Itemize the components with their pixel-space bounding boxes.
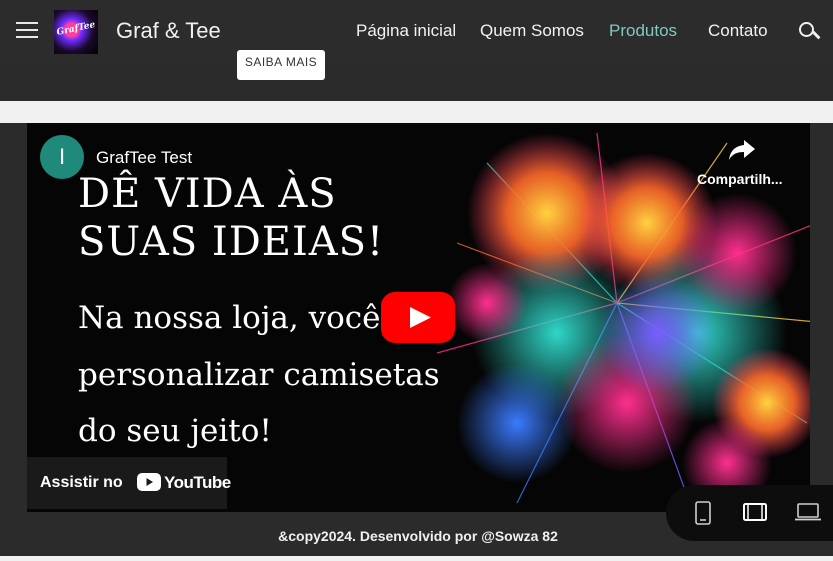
play-button-icon[interactable] [381,292,455,343]
site-title[interactable]: Graf & Tee [116,18,221,44]
video-headline-line-1: DÊ VIDA ÀS [78,171,337,217]
video-subline-line-1: Na nossa loja, você po [78,300,429,336]
search-icon[interactable] [798,21,820,43]
nav-link-quem-somos[interactable]: Quem Somos [480,21,584,41]
youtube-wordmark: YouTube [164,473,231,492]
nav-link-pagina-inicial[interactable]: Página inicial [356,21,456,41]
share-icon[interactable] [727,137,757,163]
logo-text: GrafTee [55,20,97,38]
youtube-embed[interactable]: I GrafTee Test Compartilh... DÊ VIDA ÀS … [27,123,810,512]
watch-on-label: Assistir no [40,474,123,491]
video-subline-line-3: do seu jeito! [78,413,272,449]
page-bottom-border [0,556,833,561]
site-header: GrafTee Graf & Tee Página inicial Quem S… [0,0,833,63]
tablet-icon[interactable] [743,503,767,521]
device-preview-toolbar [666,485,833,541]
watch-on-youtube-button[interactable]: Assistir no YouTube [27,457,231,509]
phone-icon[interactable] [695,501,711,525]
saiba-mais-button[interactable]: SAIBA MAIS [237,50,325,80]
hamburger-menu-icon[interactable] [16,22,38,40]
saiba-mais-label: SAIBA MAIS [244,55,318,69]
nav-link-contato[interactable]: Contato [708,21,768,41]
youtube-logo-icon [137,473,161,491]
section-divider [0,101,833,123]
share-label[interactable]: Compartilh... [697,171,797,187]
video-subline-line-2: personalizar camisetas [78,357,440,393]
site-logo[interactable]: GrafTee [54,10,98,54]
video-headline-line-2: SUAS IDEIAS! [78,219,385,265]
laptop-icon[interactable] [795,503,821,521]
nav-link-produtos[interactable]: Produtos [609,21,677,41]
video-title[interactable]: GrafTee Test [96,148,192,168]
